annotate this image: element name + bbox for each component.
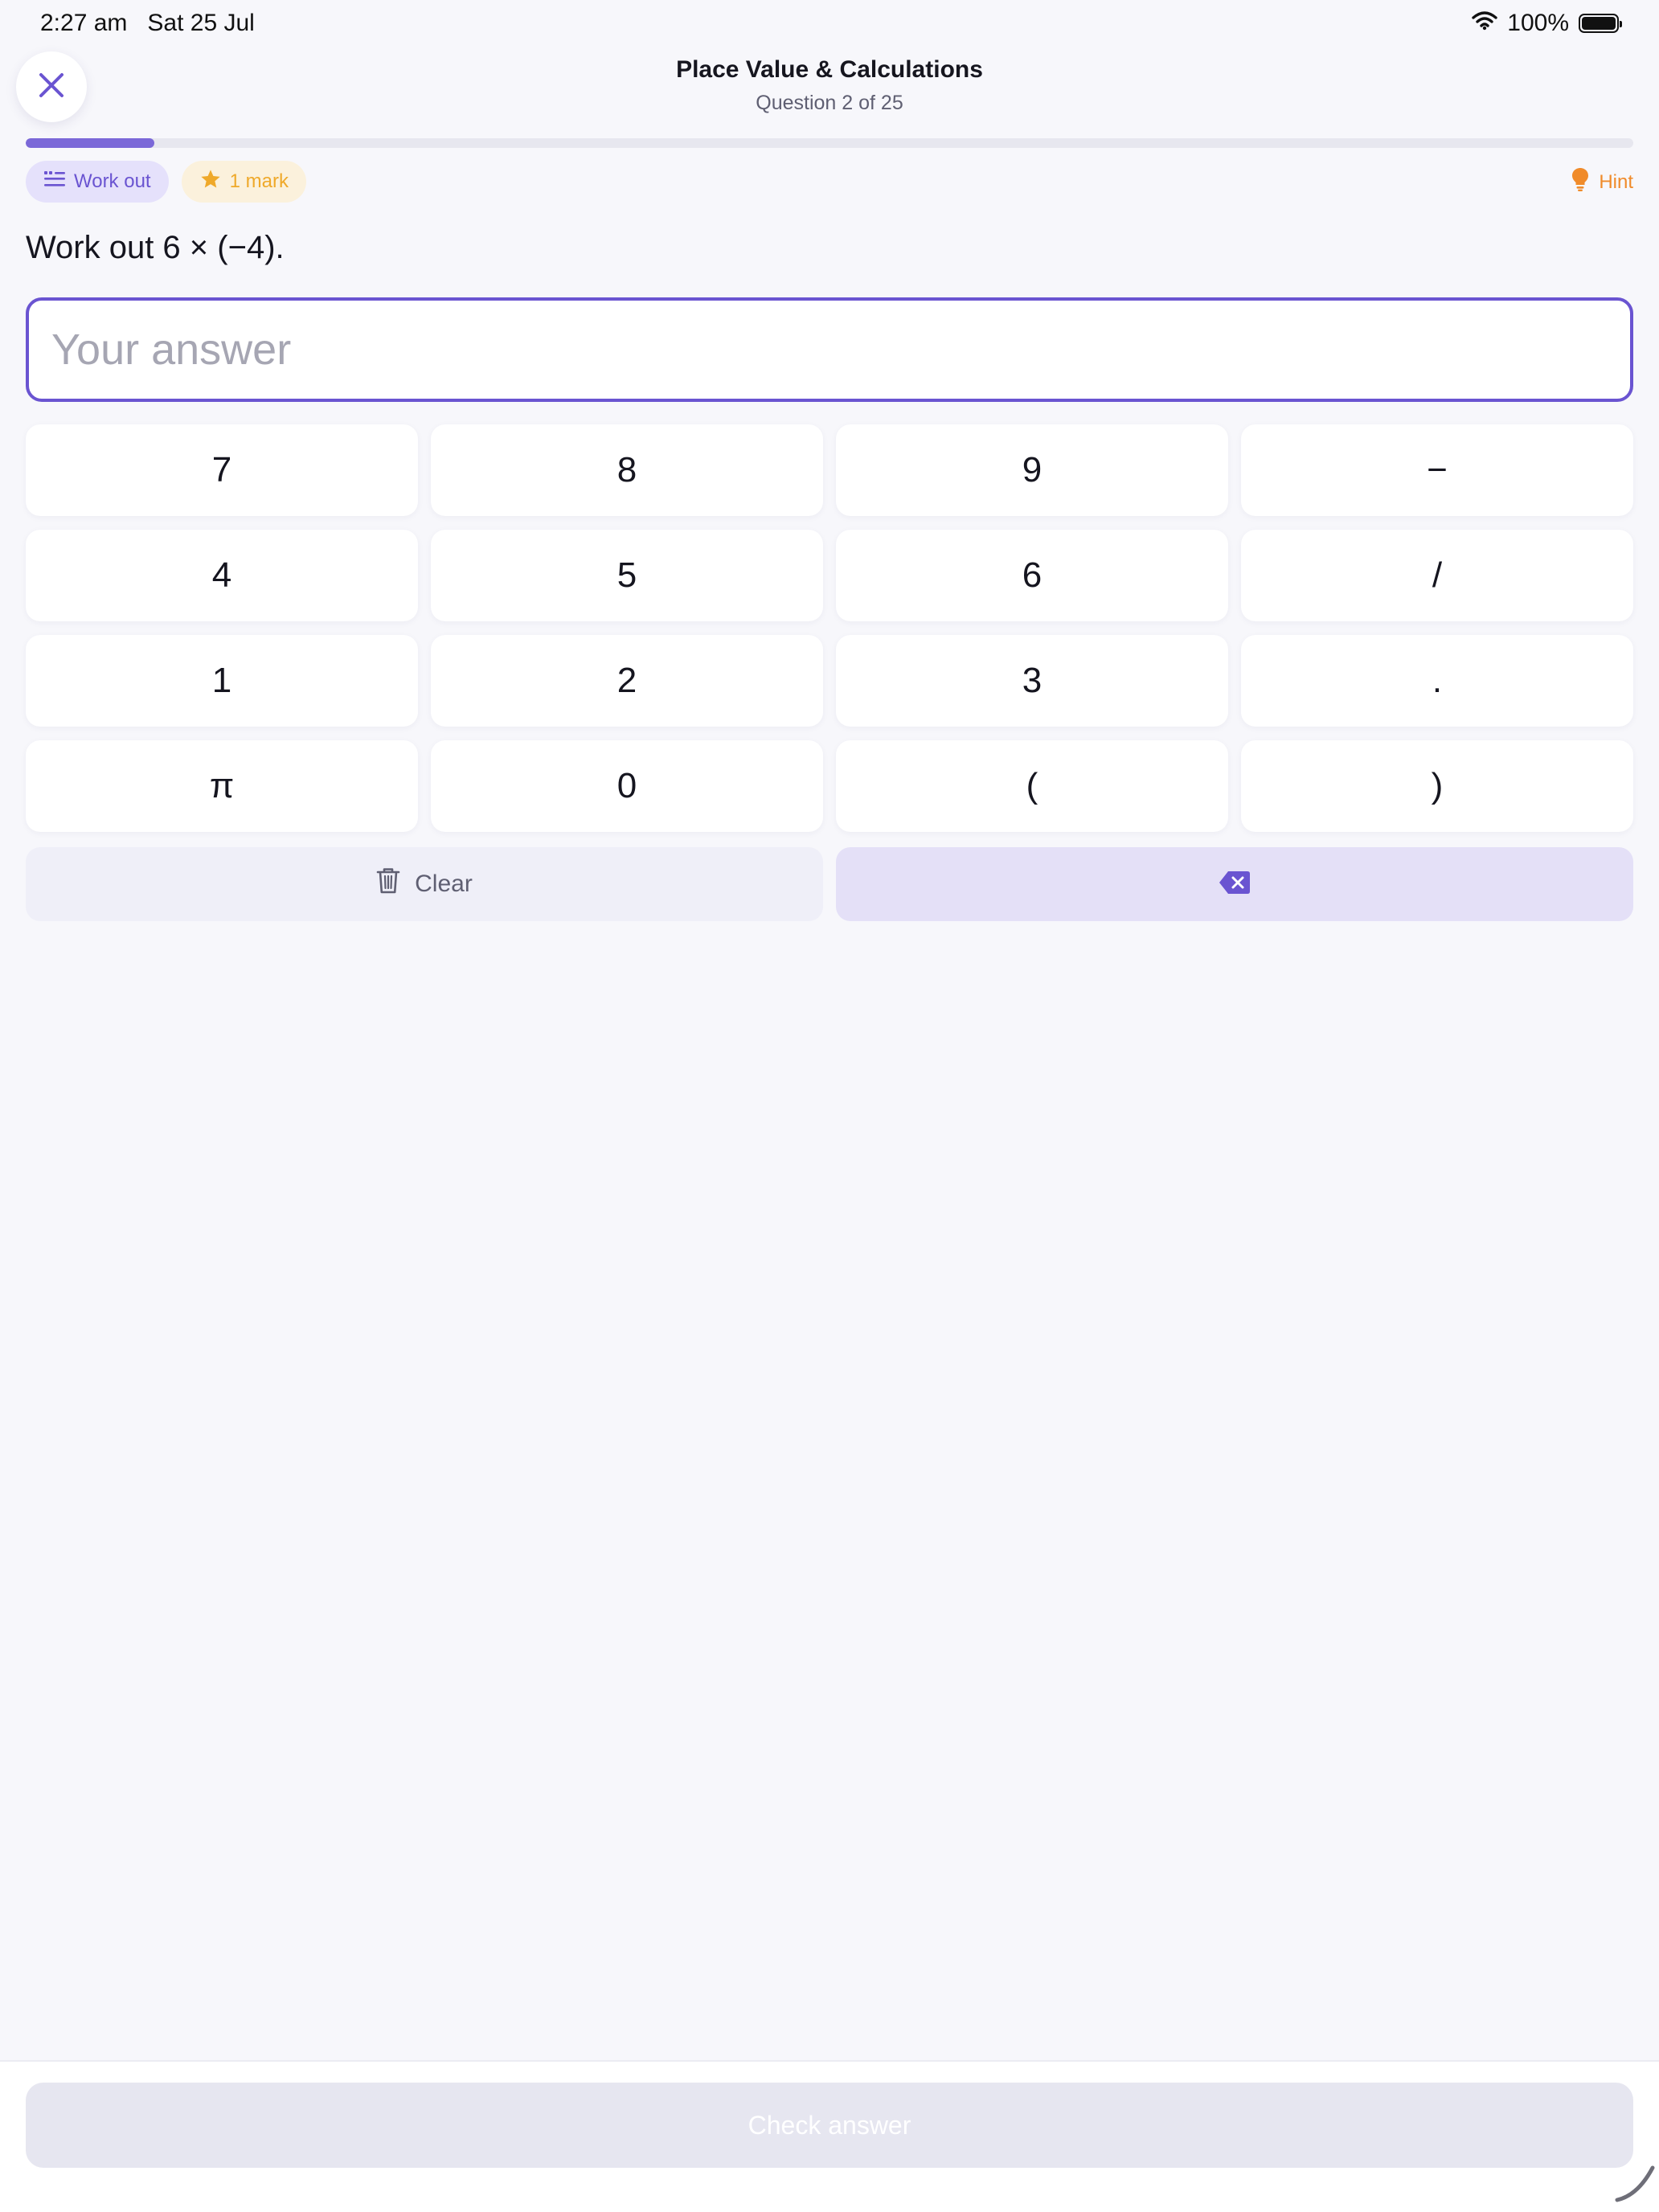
check-answer-button[interactable]: Check answer [26,2083,1633,2168]
page-title: Place Value & Calculations [676,56,983,83]
key-4[interactable]: 4 [26,530,418,621]
battery-fill [1582,17,1616,30]
status-time: 2:27 am Sat 25 Jul [40,10,255,37]
question-tags: Work out 1 mark [26,161,306,203]
key-8[interactable]: 8 [431,424,823,516]
key-7[interactable]: 7 [26,424,418,516]
status-indicators: 100% [1472,10,1622,37]
list-icon [43,170,66,194]
trash-icon [376,867,400,901]
marks-label: 1 mark [229,170,289,192]
clear-button[interactable]: Clear [26,847,823,921]
key-2[interactable]: 2 [431,635,823,727]
battery-percent: 100% [1507,10,1569,36]
question-type-label: Work out [74,170,151,192]
key-1[interactable]: 1 [26,635,418,727]
question-counter: Question 2 of 25 [756,92,903,114]
question-text: Work out 6 × (−4). [26,230,285,265]
wifi-icon [1472,10,1497,37]
keypad: 7 8 9 − 4 5 6 / 1 2 3 . π 0 ( ) [26,424,1633,832]
question-type-chip: Work out [26,161,169,203]
answer-input[interactable] [26,297,1633,402]
key-decimal[interactable]: . [1241,635,1633,727]
footer-bar: Check answer [0,2060,1659,2212]
status-bar: 2:27 am Sat 25 Jul 100% [0,0,1659,51]
key-6[interactable]: 6 [836,530,1228,621]
key-close-paren[interactable]: ) [1241,740,1633,832]
key-open-paren[interactable]: ( [836,740,1228,832]
status-clock: 2:27 am [40,10,128,36]
key-3[interactable]: 3 [836,635,1228,727]
lightbulb-icon [1571,167,1589,197]
key-0[interactable]: 0 [431,740,823,832]
backspace-button[interactable] [836,847,1633,921]
battery-icon [1579,14,1622,33]
marks-chip: 1 mark [181,161,306,203]
star-icon [199,168,222,196]
status-date: Sat 25 Jul [147,10,255,36]
backspace-icon [1219,870,1251,899]
key-slash[interactable]: / [1241,530,1633,621]
progress-fill [26,138,154,148]
hint-button[interactable]: Hint [1571,167,1633,197]
key-minus[interactable]: − [1241,424,1633,516]
progress-bar [26,138,1633,148]
keypad-actions: Clear [26,847,1633,921]
key-5[interactable]: 5 [431,530,823,621]
key-9[interactable]: 9 [836,424,1228,516]
key-pi[interactable]: π [26,740,418,832]
clear-label: Clear [415,870,473,897]
pencil-indicator-icon [1614,2163,1656,2209]
hint-label: Hint [1599,170,1633,193]
